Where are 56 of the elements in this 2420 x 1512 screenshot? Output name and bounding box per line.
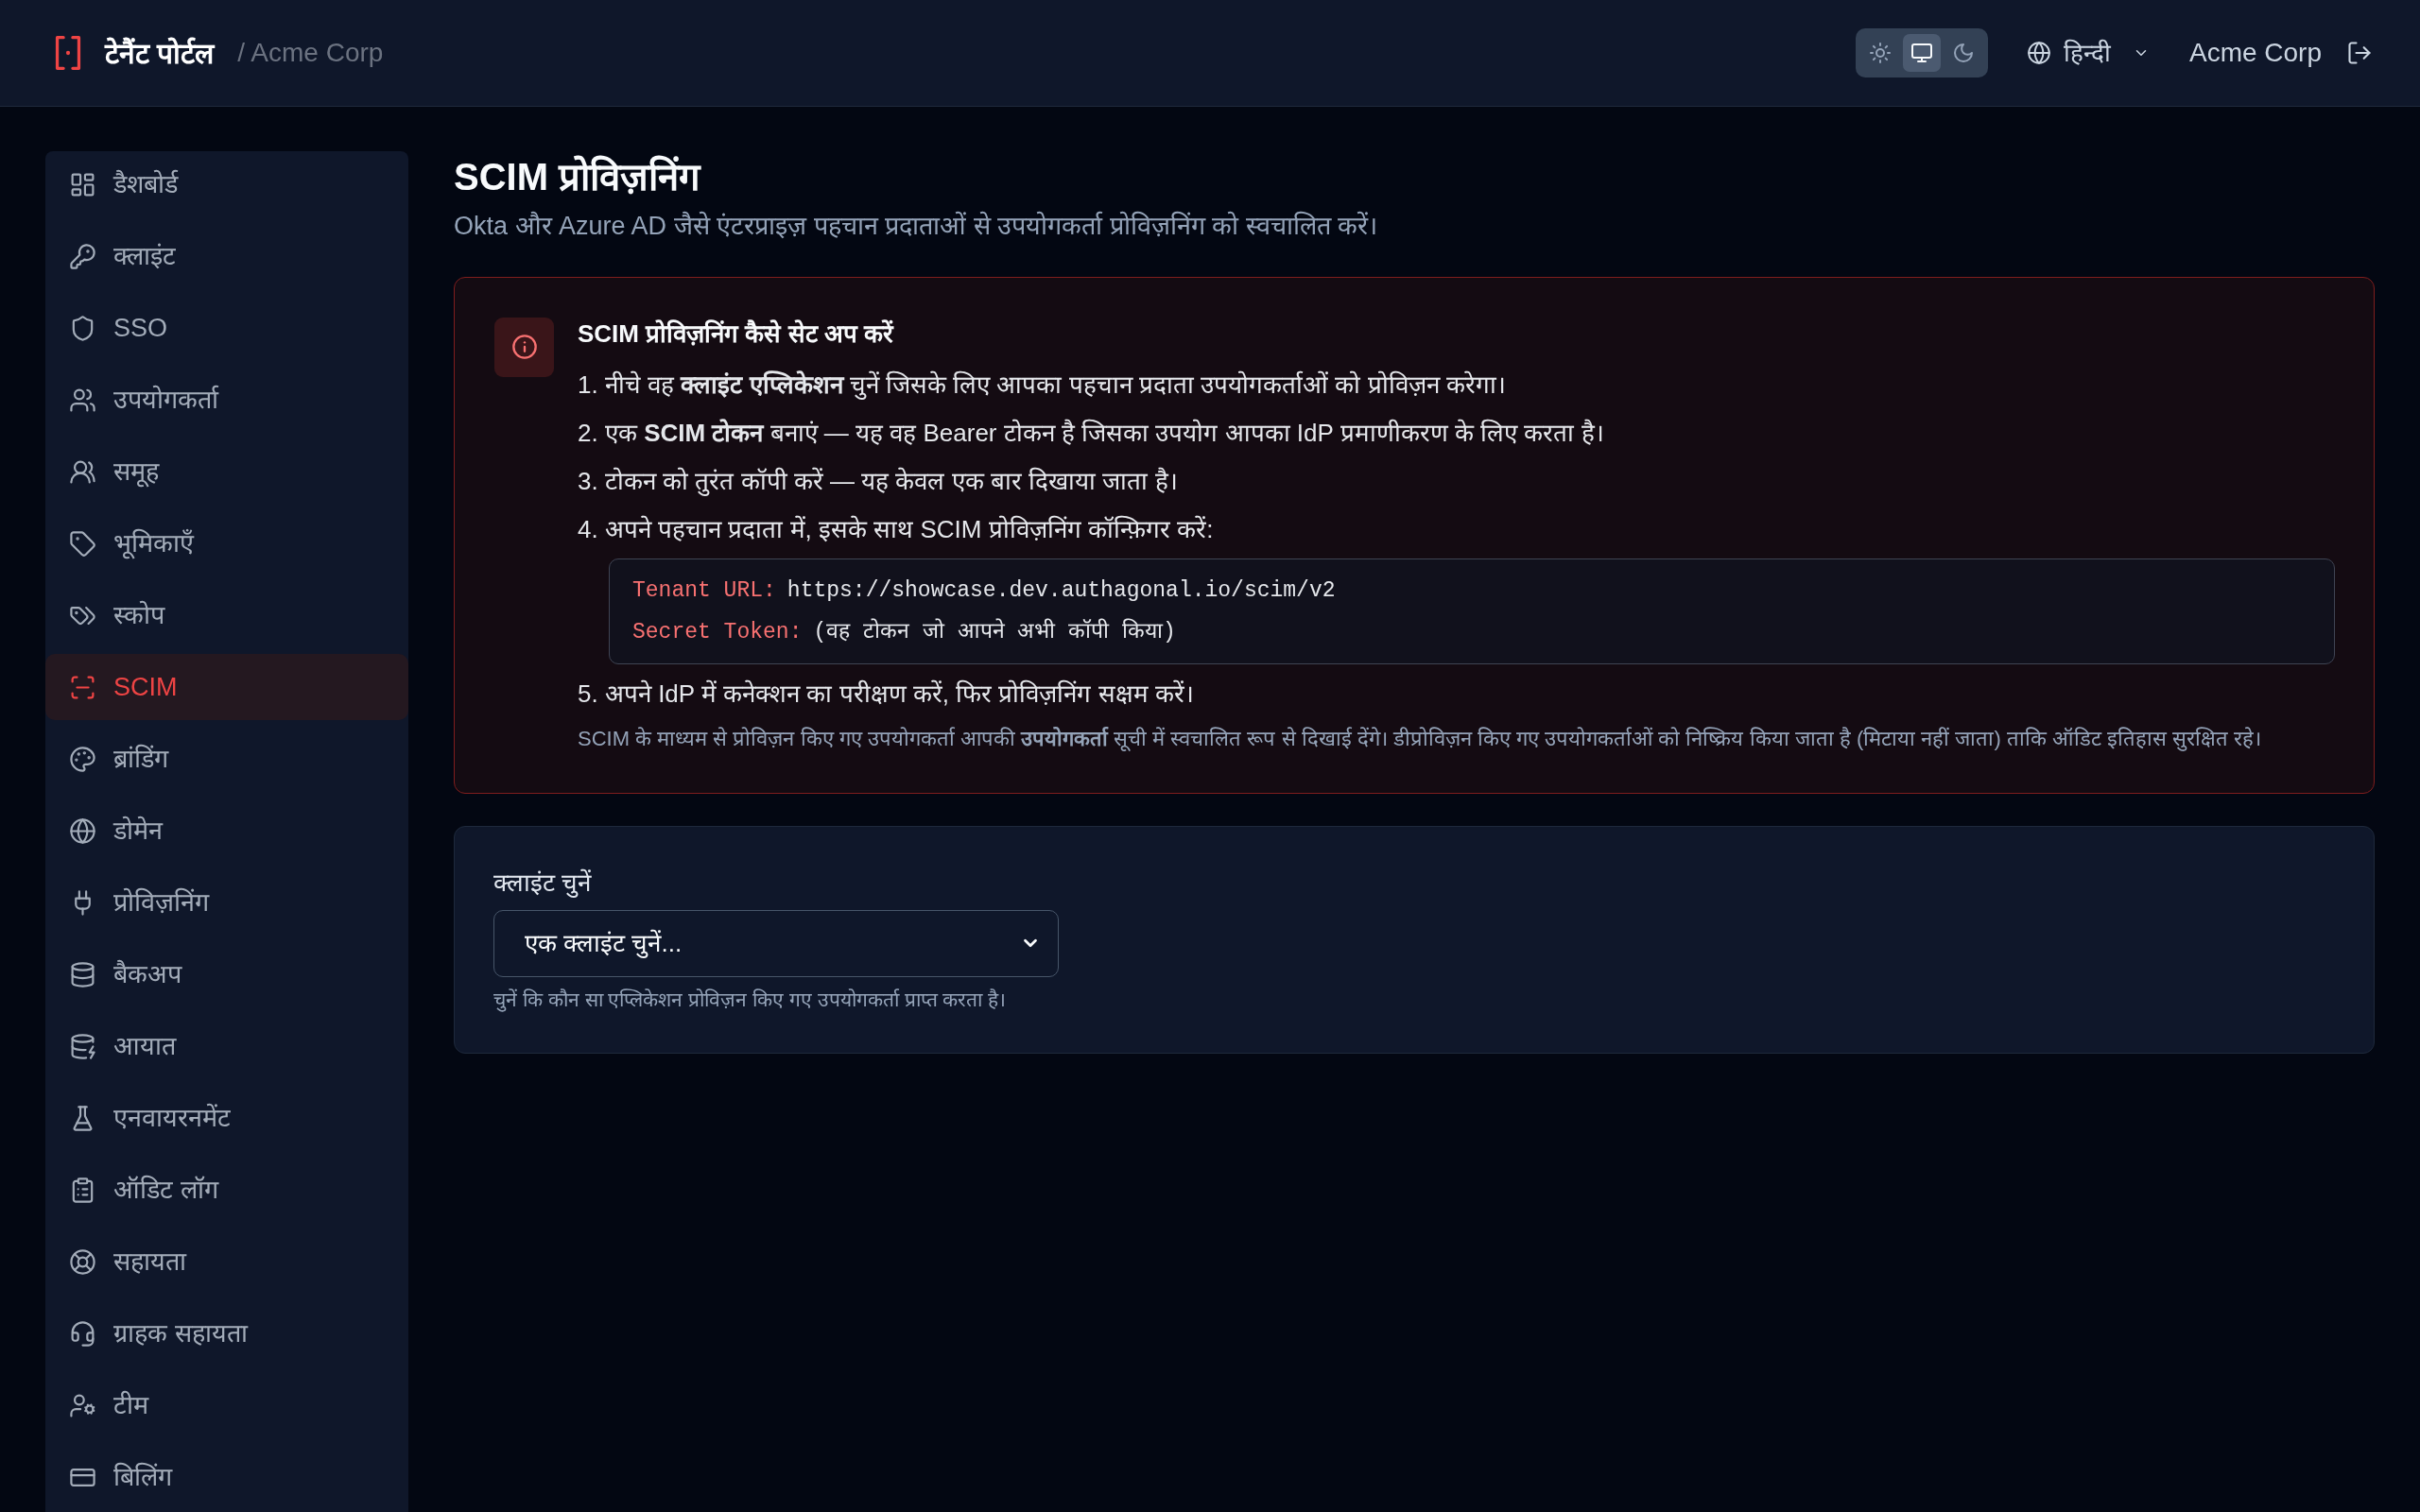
step-text: 5. अपने IdP में कनेक्शन का परीक्षण करें, फिर प्रोविज़निंग सक्षम करें। <box>578 678 1195 710</box>
sidebar-item[interactable]: उपयोगकर्ता <box>45 367 408 433</box>
sidebar-item[interactable]: सहायता <box>45 1228 408 1295</box>
code-value: (वह टोकन जो आपने अभी कॉपी किया) <box>813 617 1176 646</box>
step-text: 4. अपने पहचान प्रदाता में, इसके साथ SCIM प्रोविज़निंग कॉन्फ़िगर करें: <box>578 513 1215 545</box>
sidebar-item[interactable]: SSO <box>45 295 408 361</box>
client-select[interactable]: एक क्लाइंट चुनें... <box>493 909 1059 977</box>
sidebar-item[interactable]: डोमेन <box>45 798 408 864</box>
sidebar-item[interactable]: भूमिकाएँ <box>45 510 408 576</box>
sidebar-item[interactable]: प्रोविज़निंग <box>45 869 408 936</box>
monitor-icon <box>1910 42 1933 64</box>
sidebar-item[interactable]: टीम <box>45 1372 408 1438</box>
palette-icon <box>69 745 96 773</box>
tenant-name: / Acme Corp <box>237 37 384 69</box>
help-text: चुनें कि कौन सा एप्लिकेशन प्रोविज़न किए गए उपयोगकर्ता प्राप्त करता है। <box>493 987 1008 1014</box>
info-icon <box>494 317 554 377</box>
sidebar-item[interactable]: आयात <box>45 1013 408 1079</box>
account-name: Acme Corp <box>2188 37 2322 69</box>
moon-icon <box>1951 42 1975 64</box>
step-text: 1. नीचे वह क्लाइंट एप्लिकेशन चुनें जिसके लिए आपका पहचान प्रदाता उपयोगकर्ताओं को प्रोविज़न करेगा। <box>578 369 1507 402</box>
database-icon <box>69 960 96 988</box>
language-dropdown[interactable]: हिन्दी <box>2026 34 2150 72</box>
sidebar-item[interactable]: SCIM <box>45 654 408 720</box>
sidebar-item[interactable]: समूह <box>45 438 408 505</box>
sidebar-item[interactable]: एनवायरनमेंट <box>45 1085 408 1151</box>
sidebar-item[interactable]: ऑडिट लॉग <box>45 1157 408 1223</box>
sidebar-item[interactable]: स्कोप <box>45 582 408 648</box>
field-label: क्लाइंट चुनें <box>493 867 593 900</box>
page-title: SCIM प्रोविज़निंग <box>454 154 702 199</box>
code-label: Secret Token: <box>632 618 803 646</box>
sidebar-item[interactable]: बिलिंग <box>45 1444 408 1510</box>
brand-name[interactable]: टेनैंट पोर्टल <box>105 31 215 75</box>
logout-icon <box>2346 40 2373 66</box>
code-value: https://showcase.dev.authagonal.io/scim/v2 <box>786 576 1336 605</box>
sidebar-item[interactable]: डैशबोर्ड <box>45 151 408 217</box>
step-text: 2. एक SCIM टोकन बनाएं — यह वह Bearer टोकन है जिसका उपयोग आपका IdP प्रमाणीकरण के लिए करता है। <box>578 417 1605 449</box>
globe-icon <box>69 816 96 845</box>
sidebar-item[interactable]: ग्राहक सहायता <box>45 1300 408 1366</box>
logout-button[interactable] <box>2346 40 2373 66</box>
key-icon <box>69 242 96 270</box>
guide-heading: SCIM प्रोविज़निंग कैसे सेट अप करें <box>578 318 895 350</box>
globe-icon <box>2026 41 2051 65</box>
code-label: Tenant URL: <box>632 576 776 605</box>
tag-icon <box>69 529 96 558</box>
sidebar-item[interactable]: ब्रांडिंग <box>45 726 408 792</box>
headset-icon <box>69 1319 96 1348</box>
lifebuoy-icon <box>69 1247 96 1276</box>
sidebar-item[interactable]: क्लाइंट <box>45 223 408 289</box>
logo-icon <box>54 36 82 70</box>
step-text: 3. टोकन को तुरंत कॉपी करें — यह केवल एक बार दिखाया जाता है। <box>578 465 1179 498</box>
sidebar-item[interactable]: बैकअप <box>45 941 408 1007</box>
page-subtitle: Okta और Azure AD जैसे एंटरप्राइज़ पहचान प्रदाताओं से उपयोगकर्ता प्रोविज़निंग को स्वचालित करें। <box>454 210 1379 242</box>
database-bolt-icon <box>69 1032 96 1060</box>
theme-button[interactable] <box>1902 34 1941 72</box>
note-text: SCIM के माध्यम से प्रोविज़न किए गए उपयोगकर्ता आपकी उपयोगकर्ता सूची में स्वचालित रूप से दिखाई देंगे। डीप्रोविज़न किए गए उपयोगकर्ताओं को निष्क्रिय किया जाता है (मिटाया नहीं जाता) ताकि ऑडिट इतिहास सुरक्षित रहे। <box>578 725 2263 753</box>
sun-icon <box>1868 42 1892 64</box>
